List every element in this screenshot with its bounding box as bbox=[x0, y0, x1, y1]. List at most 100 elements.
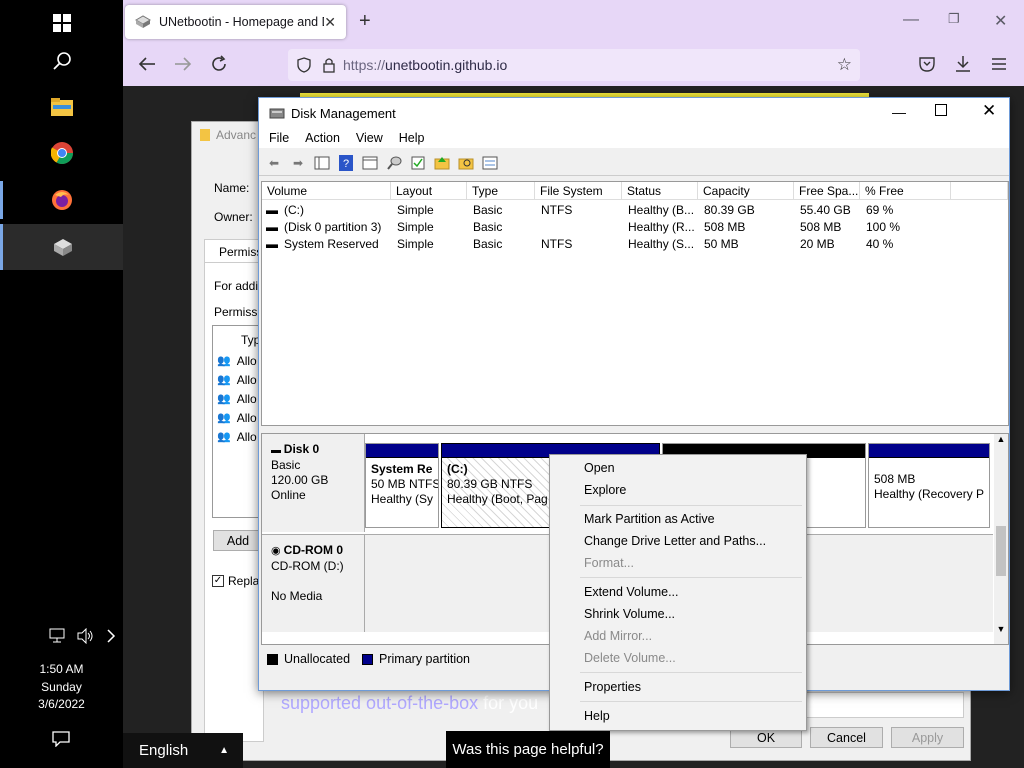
chrome-button[interactable] bbox=[0, 130, 123, 176]
add-button[interactable]: Add bbox=[213, 530, 263, 551]
menu-item-open[interactable]: Open bbox=[550, 457, 806, 479]
menu-view[interactable]: View bbox=[356, 131, 383, 145]
firefox-icon bbox=[51, 190, 72, 210]
col-header-volume[interactable]: Volume bbox=[262, 182, 391, 200]
console-tree-icon[interactable] bbox=[311, 154, 333, 172]
clock-day[interactable]: Sunday bbox=[0, 679, 123, 696]
page-text-supported: supported out-of-the-box for you bbox=[281, 693, 539, 713]
disk-scrollbar[interactable]: ▲ ▼ bbox=[994, 434, 1008, 644]
menu-item-change-drive-letter[interactable]: Change Drive Letter and Paths... bbox=[550, 530, 806, 552]
file-explorer-button[interactable] bbox=[0, 84, 123, 130]
cancel-button[interactable]: Cancel bbox=[810, 727, 883, 748]
table-row[interactable]: ▬ System Reserved Simple Basic NTFS Heal… bbox=[262, 235, 1008, 252]
menu-item-explore[interactable]: Explore bbox=[550, 479, 806, 501]
partition-system-reserved[interactable]: System Re 50 MB NTFS Healthy (Sy bbox=[365, 443, 439, 528]
volume-icon[interactable] bbox=[77, 628, 95, 644]
disk0-label[interactable]: ▬ Disk 0 Basic 120.00 GB Online bbox=[262, 434, 365, 532]
permission-entries: 👥 Allo 👥 Allo 👥 Allo 👥 Allo 👥 Allo bbox=[217, 351, 257, 446]
notification-button[interactable] bbox=[52, 731, 70, 750]
permission-entry[interactable]: 👥 Allo bbox=[217, 427, 257, 446]
search-folder-icon[interactable] bbox=[455, 154, 477, 172]
menu-item-properties[interactable]: Properties bbox=[550, 676, 806, 698]
url-bar[interactable]: https://unetbootin.github.io ☆ bbox=[288, 49, 860, 81]
shield-icon[interactable] bbox=[297, 57, 311, 73]
unallocated-swatch bbox=[267, 653, 278, 665]
cdrom0-label[interactable]: ◉ CD-ROM 0 CD-ROM (D:) No Media bbox=[262, 534, 365, 632]
menu-item-add-mirror[interactable]: Add Mirror... bbox=[550, 625, 806, 647]
lock-icon[interactable] bbox=[323, 57, 335, 73]
menu-item-extend-volume[interactable]: Extend Volume... bbox=[550, 581, 806, 603]
clock-date[interactable]: 3/6/2022 bbox=[0, 696, 123, 713]
clock-time[interactable]: 1:50 AM bbox=[0, 661, 123, 678]
col-header-type[interactable]: Type bbox=[467, 182, 535, 200]
settings-panel-icon[interactable] bbox=[479, 154, 501, 172]
dm-close-icon[interactable]: ✕ bbox=[982, 101, 996, 121]
permission-entry[interactable]: 👥 Allo bbox=[217, 408, 257, 427]
chevron-right-icon[interactable] bbox=[105, 628, 117, 644]
search-button[interactable] bbox=[0, 38, 123, 84]
menu-item-delete-volume[interactable]: Delete Volume... bbox=[550, 647, 806, 669]
properties-icon[interactable] bbox=[359, 154, 381, 172]
close-window-icon[interactable]: ✕ bbox=[994, 11, 1007, 31]
page-helpful-button[interactable]: Was this page helpful? bbox=[446, 731, 610, 768]
menu-action[interactable]: Action bbox=[305, 131, 340, 145]
network-icon[interactable] bbox=[49, 628, 67, 644]
back-icon[interactable] bbox=[138, 56, 156, 72]
restore-icon[interactable]: ❐ bbox=[948, 11, 960, 27]
primary-swatch bbox=[362, 653, 374, 665]
bookmark-star-icon[interactable]: ☆ bbox=[837, 55, 852, 75]
table-row[interactable]: ▬ (Disk 0 partition 3) Simple Basic Heal… bbox=[262, 218, 1008, 235]
menu-item-mark-active[interactable]: Mark Partition as Active bbox=[550, 508, 806, 530]
table-row[interactable]: ▬ (C:) Simple Basic NTFS Healthy (B... 8… bbox=[262, 201, 1008, 218]
chrome-icon bbox=[50, 142, 73, 164]
checkbox-checked-icon[interactable]: ✓ bbox=[212, 575, 224, 587]
col-header-capacity[interactable]: Capacity bbox=[698, 182, 794, 200]
col-header-status[interactable]: Status bbox=[622, 182, 698, 200]
col-header-percent-free[interactable]: % Free bbox=[860, 182, 951, 200]
forward-icon[interactable] bbox=[174, 56, 192, 72]
back-arrow-icon[interactable]: ⬅ bbox=[263, 154, 285, 172]
unetbootin-button[interactable] bbox=[0, 224, 123, 270]
cell-type: Basic bbox=[473, 203, 503, 217]
firefox-button[interactable] bbox=[0, 177, 123, 223]
menu-item-format[interactable]: Format... bbox=[550, 552, 806, 574]
users-icon: 👥 bbox=[217, 355, 231, 367]
menu-help[interactable]: Help bbox=[399, 131, 425, 145]
minimize-icon[interactable]: — bbox=[903, 11, 919, 29]
tab-permissions[interactable]: Permiss bbox=[204, 239, 264, 263]
permission-entry[interactable]: 👥 Allo bbox=[217, 370, 257, 389]
windows-logo-icon bbox=[52, 14, 71, 32]
col-header-layout[interactable]: Layout bbox=[391, 182, 467, 200]
permission-entry[interactable]: 👥 Allo bbox=[217, 351, 257, 370]
supported-link[interactable]: supported out-of-the-box bbox=[281, 693, 478, 713]
language-selector[interactable]: English ▲ bbox=[123, 733, 243, 768]
downloads-icon[interactable] bbox=[955, 55, 971, 73]
unetbootin-favicon-icon bbox=[135, 15, 151, 28]
check-icon[interactable] bbox=[407, 154, 429, 172]
cell-volume: System Reserved bbox=[284, 237, 379, 251]
partition-recovery[interactable]: 508 MB Healthy (Recovery P bbox=[868, 443, 990, 528]
dm-minimize-icon[interactable]: — bbox=[892, 104, 906, 120]
menu-item-shrink-volume[interactable]: Shrink Volume... bbox=[550, 603, 806, 625]
folder-up-icon[interactable] bbox=[431, 154, 453, 172]
forward-arrow-icon[interactable]: ➡ bbox=[287, 154, 309, 172]
users-icon: 👥 bbox=[217, 431, 231, 443]
url-text[interactable]: https://unetbootin.github.io bbox=[343, 57, 507, 73]
help-icon[interactable]: ? bbox=[335, 154, 357, 172]
new-tab-icon[interactable]: + bbox=[359, 10, 371, 33]
browser-tab[interactable]: UNetbootin - Homepage and D ✕ bbox=[125, 5, 346, 39]
cdrom-icon: ◉ bbox=[271, 545, 284, 557]
menu-item-help[interactable]: Help bbox=[550, 705, 806, 727]
apply-button[interactable]: Apply bbox=[891, 727, 964, 748]
permission-entry[interactable]: 👥 Allo bbox=[217, 389, 257, 408]
connect-icon[interactable] bbox=[383, 154, 405, 172]
tab-close-icon[interactable]: ✕ bbox=[324, 14, 336, 31]
reload-icon[interactable] bbox=[210, 55, 228, 73]
menu-file[interactable]: File bbox=[269, 131, 289, 145]
notification-icon bbox=[52, 731, 70, 748]
col-header-free-space[interactable]: Free Spa... bbox=[794, 182, 860, 200]
pocket-icon[interactable] bbox=[919, 56, 935, 72]
menu-hamburger-icon[interactable] bbox=[992, 57, 1006, 71]
col-header-file-system[interactable]: File System bbox=[535, 182, 622, 200]
dm-maximize-icon[interactable] bbox=[935, 104, 947, 116]
